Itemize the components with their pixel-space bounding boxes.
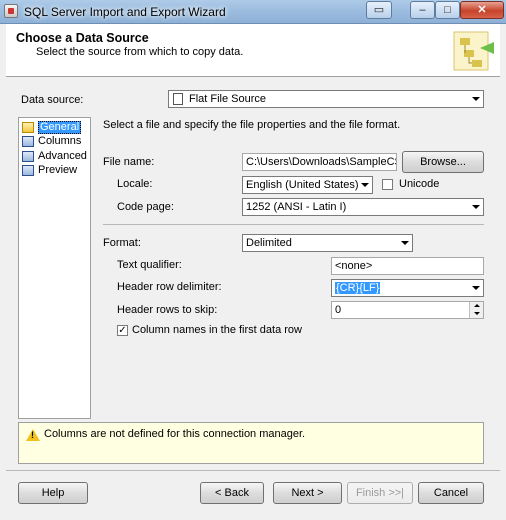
unicode-checkbox[interactable] <box>382 179 393 190</box>
close-button[interactable]: ✕ <box>460 1 504 19</box>
finish-button[interactable]: Finish >>| <box>347 482 413 504</box>
file-name-input[interactable]: C:\Users\Downloads\SampleCSVI <box>242 153 397 171</box>
spin-up-icon[interactable] <box>469 302 483 310</box>
warning-message-box: Columns are not defined for this connect… <box>18 422 484 464</box>
nav-item-label: Columns <box>38 135 82 147</box>
warning-icon <box>26 429 40 441</box>
data-source-value: Flat File Source <box>189 93 267 105</box>
help-button[interactable]: Help <box>18 482 88 504</box>
code-page-label: Code page: <box>117 201 174 213</box>
page-title: Choose a Data Source <box>16 31 149 45</box>
header-row-delimiter-label: Header row delimiter: <box>117 281 222 293</box>
title-bar[interactable]: SQL Server Import and Export Wizard ▭ ‒ … <box>0 0 506 24</box>
data-source-select[interactable]: Flat File Source <box>168 90 484 108</box>
nav-item-label: Preview <box>38 164 78 176</box>
flat-file-icon <box>173 93 183 105</box>
general-icon <box>22 122 34 133</box>
format-select[interactable]: Delimited <box>242 234 413 252</box>
general-instruction: Select a file and specify the file prope… <box>103 119 401 131</box>
page-navigation-list: General Columns Advanced Preview <box>18 117 91 419</box>
cancel-button[interactable]: Cancel <box>418 482 484 504</box>
page-subtitle: Select the source from which to copy dat… <box>36 46 244 58</box>
nav-item-label: Advanced <box>38 150 87 162</box>
columns-icon <box>22 136 34 147</box>
header-rows-skip-label: Header rows to skip: <box>117 304 218 316</box>
chevron-down-icon[interactable] <box>398 235 412 251</box>
header-row-delimiter-select[interactable]: {CR}{LF} <box>331 279 484 297</box>
window-title: SQL Server Import and Export Wizard <box>24 5 226 19</box>
app-icon <box>4 4 18 18</box>
locale-label: Locale: <box>117 178 153 190</box>
spin-down-icon[interactable] <box>469 310 483 318</box>
column-names-checkbox[interactable]: ✓ <box>117 325 128 336</box>
header-rows-skip-stepper[interactable]: 0 <box>331 301 484 319</box>
header-rows-skip-value: 0 <box>335 304 342 316</box>
text-qualifier-label: Text qualifier: <box>117 259 182 271</box>
next-button[interactable]: Next > <box>273 482 342 504</box>
footer-divider <box>6 470 500 471</box>
section-divider <box>103 224 484 225</box>
nav-item-label: General <box>38 121 82 134</box>
format-value: Delimited <box>246 237 292 249</box>
chevron-down-icon[interactable] <box>358 177 372 193</box>
back-button[interactable]: < Back <box>200 482 264 504</box>
restore-icon[interactable]: ▭ <box>366 1 392 19</box>
data-source-label: Data source: <box>21 94 84 106</box>
text-qualifier-input[interactable]: <none> <box>331 257 484 275</box>
file-name-label: File name: <box>103 156 155 168</box>
wizard-graphic-icon <box>453 31 494 71</box>
chevron-down-icon[interactable] <box>469 91 483 107</box>
locale-value: English (United States) <box>246 179 359 191</box>
code-page-value: 1252 (ANSI - Latin I) <box>246 201 347 213</box>
minimize-button[interactable]: ‒ <box>410 1 435 19</box>
format-label: Format: <box>103 237 141 249</box>
advanced-icon <box>22 151 34 162</box>
unicode-label: Unicode <box>399 178 440 190</box>
chevron-down-icon[interactable] <box>469 280 483 296</box>
wizard-header: Choose a Data Source Select the source f… <box>6 24 500 77</box>
column-names-label: Column names in the first data row <box>132 324 302 336</box>
preview-icon <box>22 165 34 176</box>
chevron-down-icon[interactable] <box>469 199 483 215</box>
warning-text: Columns are not defined for this connect… <box>44 428 306 440</box>
header-row-delimiter-value: {CR}{LF} <box>335 282 381 294</box>
browse-button[interactable]: Browse... <box>402 151 484 173</box>
wizard-body: Data source: Flat File Source General Co… <box>6 77 500 514</box>
locale-select[interactable]: English (United States) <box>242 176 373 194</box>
code-page-select[interactable]: 1252 (ANSI - Latin I) <box>242 198 484 216</box>
maximize-button[interactable]: □ <box>435 1 460 19</box>
